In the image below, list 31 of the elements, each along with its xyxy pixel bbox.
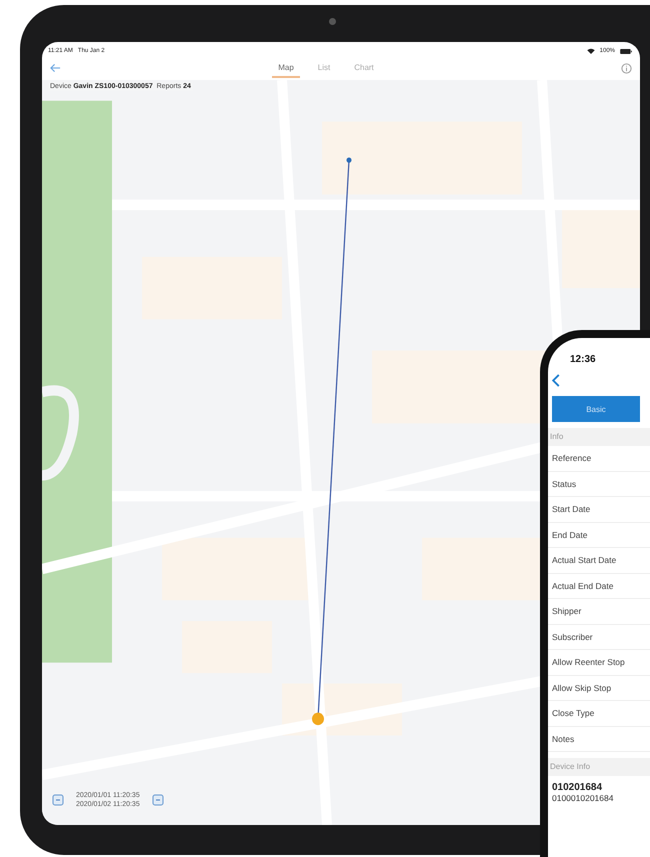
- wifi-icon: [586, 48, 595, 54]
- view-tab[interactable]: List: [312, 58, 336, 78]
- end-marker: [312, 712, 324, 726]
- field-label: Actual Start Date: [548, 548, 650, 574]
- start-marker: [346, 158, 352, 163]
- device-name: 010201684: [552, 782, 604, 793]
- field-label: Shipper: [548, 599, 650, 624]
- back-arrow-icon[interactable]: [50, 63, 61, 73]
- section-header: Info: [548, 428, 650, 446]
- battery-icon: [620, 48, 632, 54]
- field-label: Subscriber: [548, 624, 650, 650]
- field-label: Status: [548, 472, 650, 497]
- field-label: Close Type: [548, 701, 650, 726]
- view-tab[interactable]: Chart: [348, 58, 380, 78]
- view-tab[interactable]: Map: [272, 58, 300, 78]
- device-serial: 0100010201684: [552, 793, 614, 803]
- field-label: Actual End Date: [548, 574, 650, 599]
- field-label: Allow Skip Stop: [548, 676, 650, 701]
- phone-time: 12:36: [569, 353, 597, 367]
- back-chevron-icon[interactable]: [552, 374, 560, 387]
- section-header: Device Info: [548, 758, 650, 776]
- camera-dot: [329, 18, 336, 25]
- minus-square-icon[interactable]: [152, 794, 164, 806]
- segment-button[interactable]: Basic: [552, 396, 640, 422]
- minus-square-icon[interactable]: [52, 794, 64, 806]
- field-label: Reference: [548, 446, 650, 472]
- field-label: End Date: [548, 522, 650, 548]
- info-icon[interactable]: [621, 62, 632, 74]
- field-label: Start Date: [548, 497, 650, 522]
- field-label: Allow Reenter Stop: [548, 650, 650, 676]
- field-label: Notes: [548, 726, 650, 752]
